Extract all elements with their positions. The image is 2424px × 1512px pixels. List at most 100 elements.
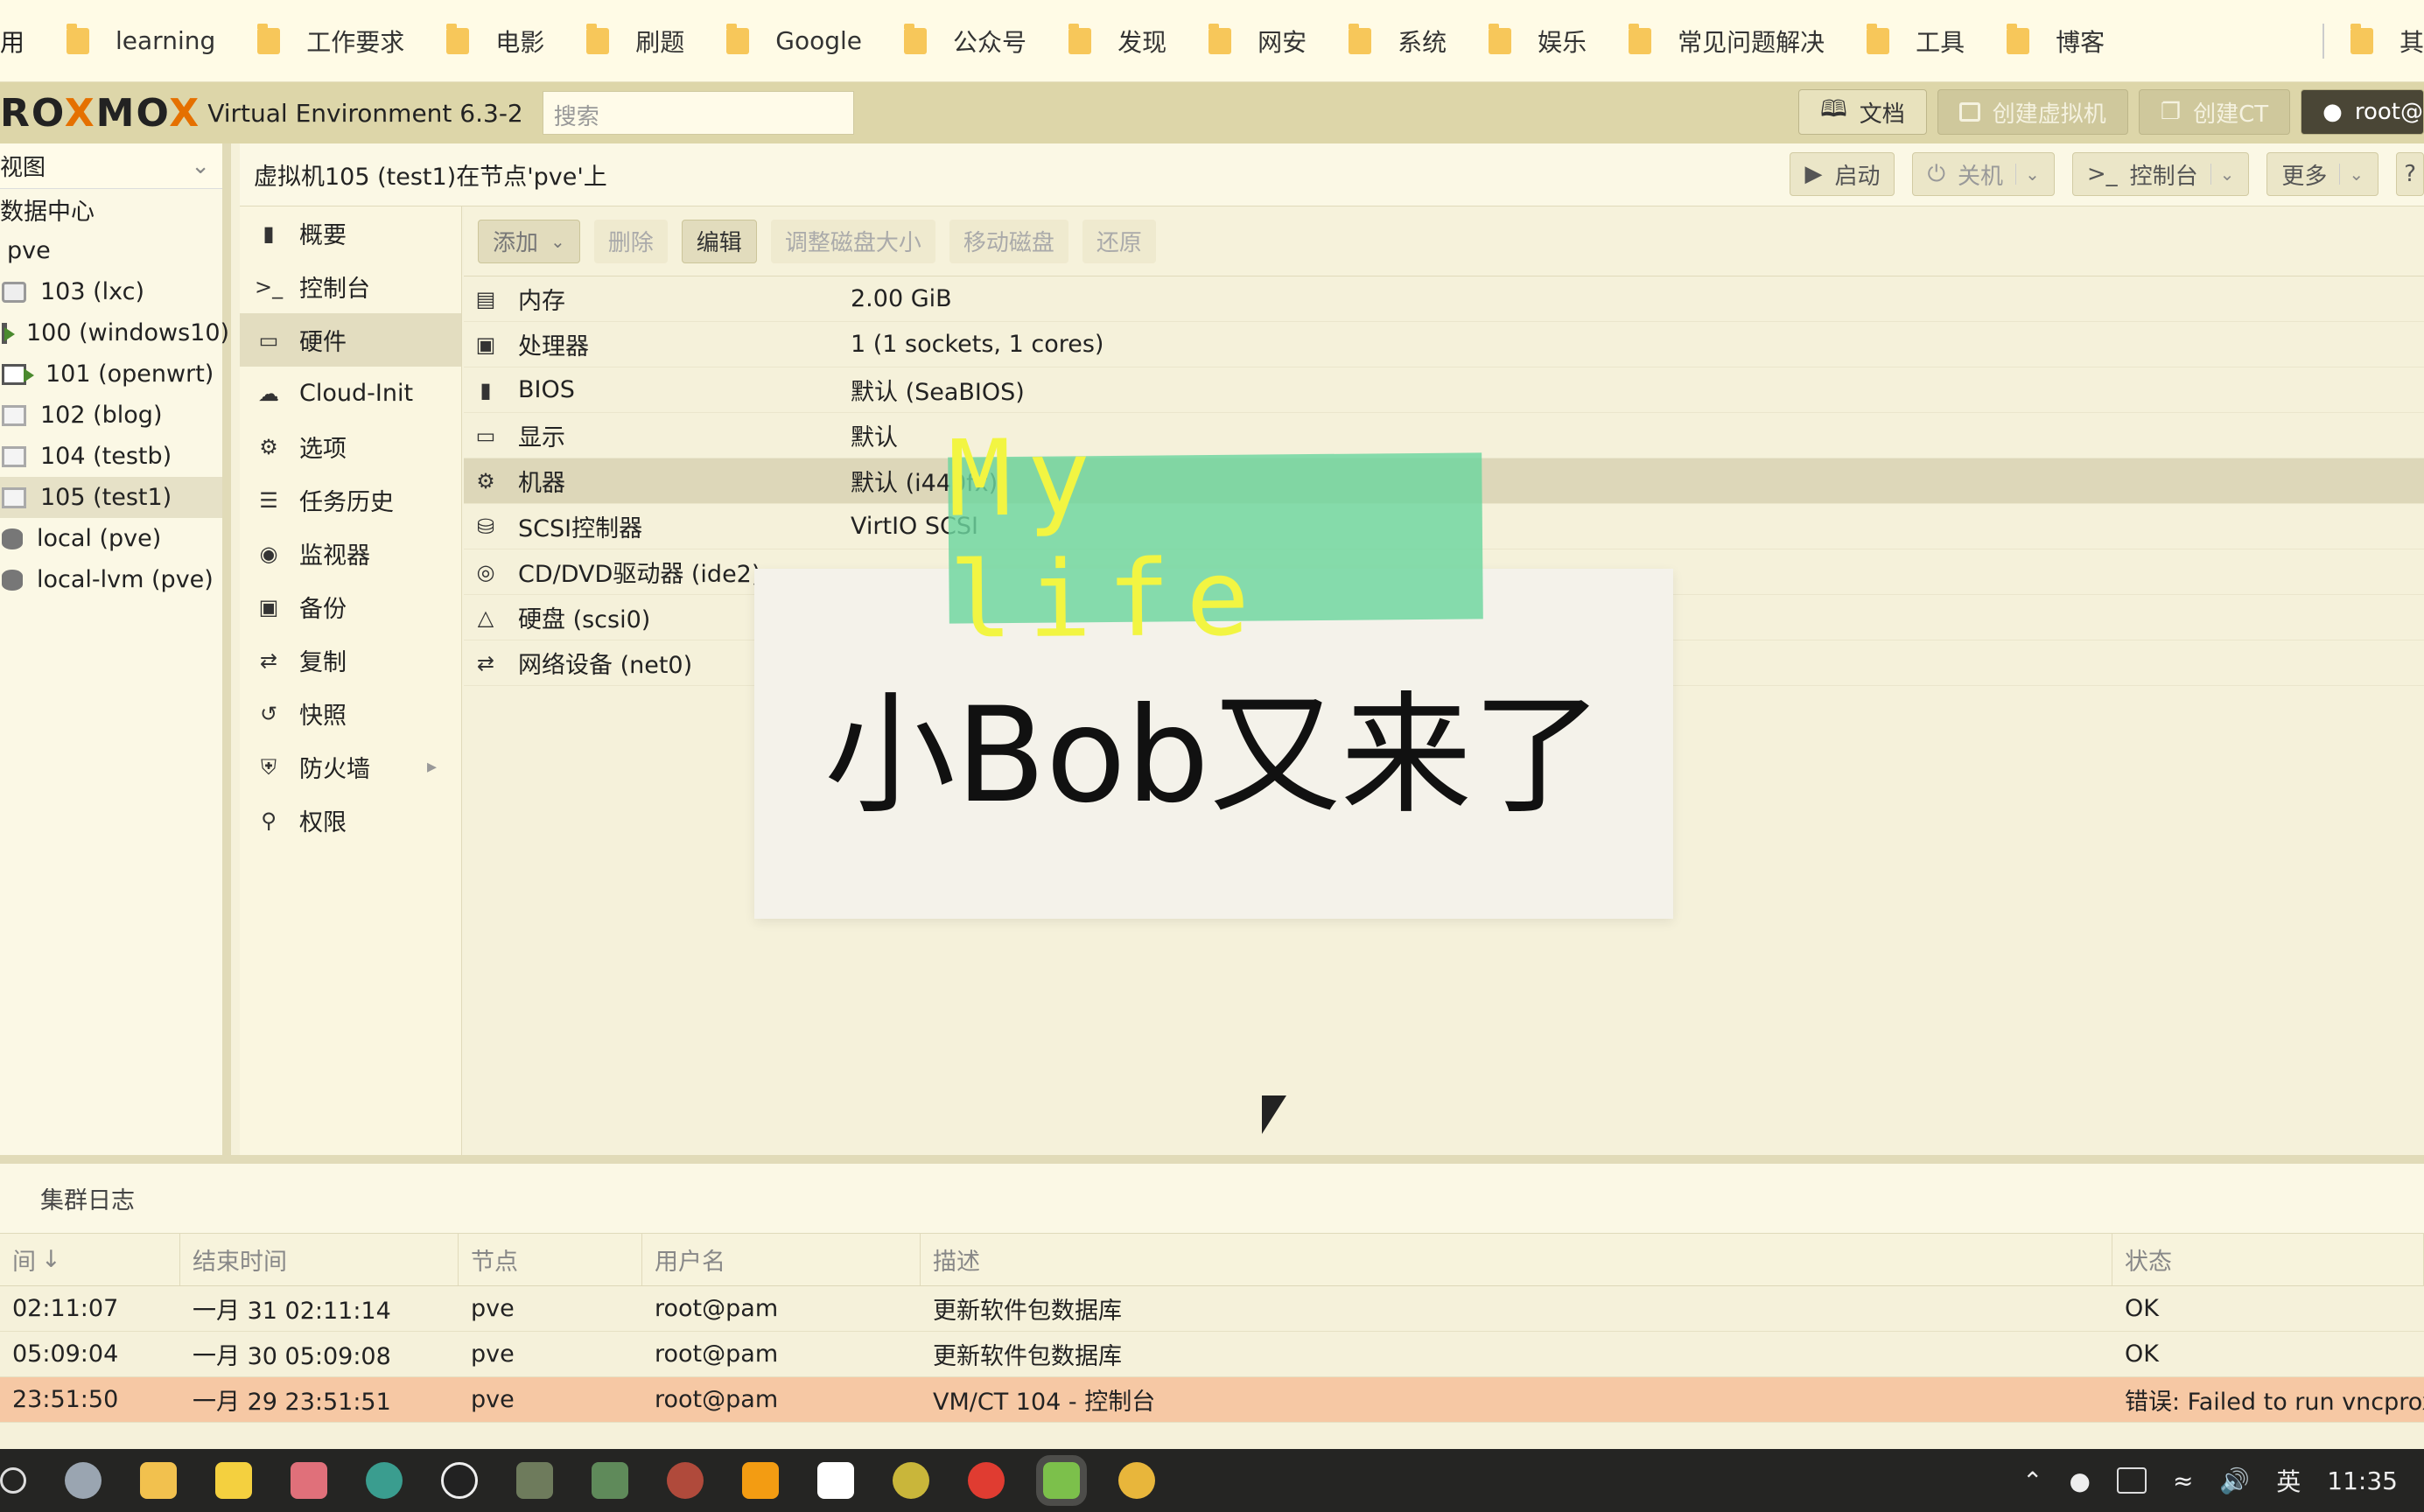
bookmark-overflow[interactable]: 其 bbox=[2304, 0, 2424, 81]
sublime-icon[interactable] bbox=[742, 1462, 779, 1499]
nav-snapshot[interactable]: ↺ 快照 bbox=[240, 687, 461, 740]
wechat-icon[interactable] bbox=[1036, 1455, 1087, 1506]
tree-item-101[interactable]: 101 (openwrt) bbox=[0, 354, 222, 395]
edge-icon[interactable] bbox=[366, 1462, 403, 1499]
nav-options[interactable]: ⚙ 选项 bbox=[240, 420, 461, 473]
view-selector[interactable]: 视图 ⌄ bbox=[0, 144, 222, 189]
app-icon[interactable] bbox=[893, 1462, 929, 1499]
book-icon: 🕮 bbox=[1820, 96, 1847, 122]
revert-button[interactable]: 还原 bbox=[1082, 219, 1156, 263]
bookmark-tools[interactable]: 工具 bbox=[1867, 23, 1965, 59]
table-row[interactable]: 05:09:04 一月 30 05:09:08 pve root@pam 更新软… bbox=[0, 1332, 2424, 1377]
tree-datacenter[interactable]: 数据中心 bbox=[0, 189, 222, 230]
column-start-time[interactable]: 间 ↓ bbox=[0, 1234, 180, 1285]
app-icon[interactable] bbox=[516, 1462, 553, 1499]
netease-music-icon[interactable] bbox=[968, 1462, 1005, 1499]
volume-icon[interactable]: 🔊 bbox=[2219, 1466, 2250, 1495]
bios-icon: ▮ bbox=[480, 377, 492, 402]
app-icon[interactable] bbox=[65, 1462, 102, 1499]
remove-button[interactable]: 删除 bbox=[593, 219, 668, 263]
notes-icon[interactable] bbox=[215, 1462, 252, 1499]
app-icon[interactable] bbox=[592, 1462, 628, 1499]
edit-button[interactable]: 编辑 bbox=[681, 219, 757, 263]
bookmark-leetcode[interactable]: 刷题 bbox=[586, 23, 684, 59]
nav-summary[interactable]: ▮ 概要 bbox=[240, 206, 461, 260]
move-disk-button[interactable]: 移动磁盘 bbox=[949, 219, 1068, 263]
bookmark-wechat-account[interactable]: 公众号 bbox=[904, 23, 1026, 59]
app-icon[interactable] bbox=[667, 1462, 704, 1499]
nav-console[interactable]: >_ 控制台 bbox=[240, 260, 461, 313]
help-button[interactable]: ? bbox=[2396, 152, 2424, 196]
chevron-up-icon[interactable]: ⌃ bbox=[2022, 1466, 2042, 1495]
create-ct-button[interactable]: ❐ 创建CT bbox=[2138, 89, 2291, 135]
table-row[interactable]: 23:51:50 一月 29 23:51:51 pve root@pam VM/… bbox=[0, 1377, 2424, 1423]
bookmark-google[interactable]: Google bbox=[726, 23, 862, 55]
qq-icon[interactable]: ● bbox=[2070, 1466, 2091, 1495]
nav-hardware[interactable]: ▭ 硬件 bbox=[240, 313, 461, 367]
nav-monitor[interactable]: ◉ 监视器 bbox=[240, 527, 461, 580]
nav-cloud-init[interactable]: ☁ Cloud-Init bbox=[240, 367, 461, 420]
tree-item-local-lvm[interactable]: local-lvm (pve) bbox=[0, 559, 222, 600]
folder-icon[interactable] bbox=[140, 1462, 177, 1499]
bookmark-learning[interactable]: learning bbox=[67, 23, 215, 55]
bookmark-security[interactable]: 网安 bbox=[1208, 23, 1307, 59]
column-node[interactable]: 节点 bbox=[459, 1234, 642, 1285]
search-input[interactable]: 搜索 bbox=[542, 91, 854, 135]
chevron-down-icon: ⌄ bbox=[2210, 164, 2234, 185]
bookmark-fragment[interactable]: 用 bbox=[0, 24, 25, 59]
tree-item-local[interactable]: local (pve) bbox=[0, 518, 222, 559]
tree-item-100[interactable]: 100 (windows10) bbox=[0, 312, 229, 354]
user-menu-button[interactable]: ● root@ bbox=[2301, 89, 2424, 135]
battery-icon[interactable] bbox=[2116, 1467, 2147, 1494]
bookmark-work[interactable]: 工作要求 bbox=[257, 23, 404, 59]
bookmark-discover[interactable]: 发现 bbox=[1068, 23, 1166, 59]
hardware-row-bios[interactable]: ▮ BIOS 默认 (SeaBIOS) bbox=[464, 368, 2424, 413]
tree-item-103[interactable]: 103 (lxc) bbox=[0, 271, 222, 312]
bookmark-blog[interactable]: 博客 bbox=[2007, 23, 2105, 59]
display-icon: ▭ bbox=[475, 423, 496, 448]
eye-icon: ◉ bbox=[259, 541, 278, 566]
resize-disk-button[interactable]: 调整磁盘大小 bbox=[770, 219, 935, 263]
column-description[interactable]: 描述 bbox=[921, 1234, 2112, 1285]
tree-item-102[interactable]: 102 (blog) bbox=[0, 395, 222, 436]
nav-task-history[interactable]: ☰ 任务历史 bbox=[240, 473, 461, 527]
hardware-row-cpu[interactable]: ▣ 处理器 1 (1 sockets, 1 cores) bbox=[464, 322, 2424, 368]
arrow-down-icon: ↓ bbox=[41, 1246, 61, 1273]
create-vm-button[interactable]: 创建虚拟机 bbox=[1937, 89, 2128, 135]
panel-splitter[interactable] bbox=[0, 1155, 2424, 1164]
tree-item-104[interactable]: 104 (testb) bbox=[0, 436, 222, 477]
shutdown-button[interactable]: ⏻ 关机 ⌄ bbox=[1912, 152, 2055, 196]
nav-backup[interactable]: ▣ 备份 bbox=[240, 580, 461, 634]
search-icon[interactable] bbox=[0, 1467, 26, 1494]
add-button[interactable]: 添加 ⌄ bbox=[478, 219, 580, 263]
tree-node-pve[interactable]: pve bbox=[0, 230, 222, 271]
console-button[interactable]: >_ 控制台 ⌄ bbox=[2071, 152, 2250, 196]
wifi-icon[interactable]: ≈ bbox=[2173, 1466, 2193, 1495]
overlay-tape: My life bbox=[948, 417, 1483, 662]
clock[interactable]: 11:35 bbox=[2327, 1466, 2398, 1495]
page-title: 虚拟机105 (test1)在节点'pve'上 bbox=[254, 164, 607, 191]
bookmark-entertainment[interactable]: 娱乐 bbox=[1489, 23, 1587, 59]
more-button[interactable]: 更多 ⌄ bbox=[2266, 152, 2379, 196]
column-user[interactable]: 用户名 bbox=[642, 1234, 921, 1285]
app-icon[interactable] bbox=[291, 1462, 327, 1499]
start-button[interactable]: ▶ 启动 bbox=[1790, 152, 1895, 196]
hardware-row-memory[interactable]: ▤ 内存 2.00 GiB bbox=[464, 276, 2424, 322]
tree-item-105[interactable]: 105 (test1) bbox=[0, 477, 222, 518]
qq-icon[interactable] bbox=[441, 1462, 478, 1499]
column-status[interactable]: 状态 bbox=[2112, 1234, 2424, 1285]
nav-replication[interactable]: ⇄ 复制 bbox=[240, 634, 461, 687]
nav-firewall[interactable]: ⛨ 防火墙 ▸ bbox=[240, 740, 461, 794]
bookmark-faq[interactable]: 常见问题解决 bbox=[1629, 23, 1825, 59]
docs-button[interactable]: 🕮 文档 bbox=[1798, 89, 1927, 135]
folder-icon bbox=[904, 23, 928, 54]
notion-icon[interactable] bbox=[817, 1462, 854, 1499]
ime-indicator[interactable]: 英 bbox=[2276, 1463, 2301, 1498]
bookmark-movies[interactable]: 电影 bbox=[446, 23, 544, 59]
bookmark-system[interactable]: 系统 bbox=[1349, 23, 1447, 59]
nav-permissions[interactable]: ⚲ 权限 bbox=[240, 794, 461, 847]
chrome-icon[interactable] bbox=[1118, 1462, 1155, 1499]
tab-cluster-log[interactable]: 集群日志 bbox=[40, 1181, 135, 1215]
column-end-time[interactable]: 结束时间 bbox=[180, 1234, 459, 1285]
table-row[interactable]: 02:11:07 一月 31 02:11:14 pve root@pam 更新软… bbox=[0, 1286, 2424, 1332]
